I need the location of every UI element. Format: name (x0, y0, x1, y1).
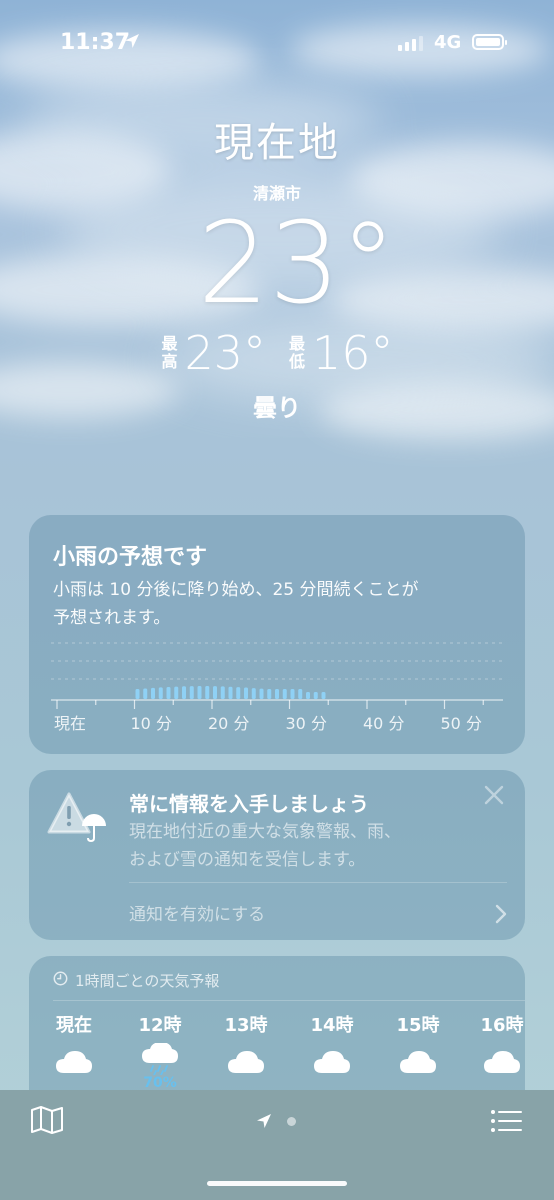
precipitation-bar (151, 687, 155, 699)
precipitation-bar (290, 689, 295, 699)
enable-notifications-button[interactable]: 通知を有効にする (129, 900, 265, 925)
precipitation-bar (251, 688, 256, 699)
chart-axis-label: 10 分 (131, 714, 172, 733)
page-indicator-dot[interactable] (287, 1117, 296, 1126)
close-icon[interactable] (483, 784, 505, 806)
precipitation-bar (313, 692, 318, 699)
low-label: 最低 (288, 334, 305, 371)
precipitation-bar (158, 687, 163, 699)
hour-label: 15時 (396, 1015, 440, 1036)
high-label: 最高 (161, 334, 178, 371)
chart-axis-label: 現在 (54, 714, 86, 733)
precipitation-bar (267, 689, 272, 699)
location-title: 現在地 (214, 120, 340, 166)
alert-title: 常に情報を入手しましょう (129, 792, 369, 816)
battery-icon (472, 34, 507, 50)
cloud-icon (470, 1043, 534, 1093)
weather-alert-icon (47, 792, 109, 848)
precipitation-bar (306, 692, 310, 699)
chart-axis-label: 50 分 (441, 714, 482, 733)
hour-label: 14時 (310, 1015, 354, 1036)
home-indicator (207, 1181, 347, 1186)
cloud-icon (214, 1043, 278, 1093)
precipitation-description-line: 小雨は 10 分後に降り始め、25 分間続くことが (53, 580, 419, 600)
cloud-icon (42, 1043, 106, 1093)
precipitation-title: 小雨の予想です (53, 545, 208, 570)
precipitation-description-line: 予想されます。 (53, 608, 171, 628)
weather-condition: 曇り (253, 394, 301, 422)
hour-item[interactable]: 13時 (214, 1011, 278, 1093)
notification-prompt-card[interactable]: 常に情報を入手しましょう 現在地付近の重大な気象警報、雨、 および雪の通知を受信… (29, 770, 525, 940)
location-arrow-icon (124, 33, 140, 53)
precipitation-bar (244, 687, 248, 699)
hour-label: 13時 (224, 1015, 268, 1036)
precipitation-bar (282, 689, 287, 699)
precipitation-bar (321, 692, 326, 699)
hour-label: 16時 (480, 1015, 524, 1036)
precipitation-bar (298, 689, 303, 699)
cloud-icon (386, 1043, 450, 1093)
alert-description: 現在地付近の重大な気象警報、雨、 および雪の通知を受信します。 (129, 818, 489, 874)
list-icon[interactable] (490, 1108, 522, 1138)
precipitation-chart: 現在 10 分 20 分 30 分 40 分 50 分 (51, 642, 503, 733)
hourly-forecast-header: 1時間ごとの天気予報 (53, 970, 219, 991)
precipitation-bar (197, 686, 202, 699)
current-weather: 現在地 清瀬市 23° 最高 23° 最低 16° 曇り (0, 110, 554, 423)
precipitation-bar (135, 689, 140, 699)
precipitation-bar (189, 686, 194, 699)
current-location-page-icon[interactable] (256, 1113, 272, 1133)
chevron-right-icon[interactable] (495, 904, 507, 928)
hour-item[interactable]: 15時 (386, 1011, 450, 1093)
alert-description-line: 現在地付近の重大な気象警報、雨、 (129, 822, 401, 842)
hourly-forecast-label: 1時間ごとの天気予報 (75, 972, 220, 990)
precipitation-bar (174, 686, 179, 699)
hour-item[interactable]: 現在 (42, 1011, 106, 1093)
signal-strength-icon (398, 36, 423, 51)
chart-axis-label: 20 分 (208, 714, 249, 733)
divider (53, 1000, 525, 1001)
status-time: 11:37 (60, 30, 131, 55)
cloud-icon (300, 1043, 364, 1093)
alert-description-line: および雪の通知を受信します。 (129, 850, 366, 870)
high-low: 最高 23° 最低 16° (0, 326, 554, 380)
hour-label: 12時 (138, 1015, 182, 1036)
cloud-rain-icon: 70% (128, 1042, 192, 1093)
network-type: 4G (434, 32, 462, 53)
current-temperature: 23° (197, 199, 397, 329)
map-icon[interactable] (30, 1105, 64, 1139)
low-temperature: 16° (312, 326, 394, 380)
precipitation-chance: 70% (143, 1075, 177, 1091)
status-bar: 11:37 4G (0, 0, 554, 80)
precipitation-bar (182, 686, 186, 699)
precipitation-bar (143, 688, 148, 699)
precipitation-bar (220, 686, 225, 699)
precipitation-card[interactable]: 小雨の予想です 小雨は 10 分後に降り始め、25 分間続くことが 予想されます… (29, 515, 525, 754)
hour-label: 現在 (56, 1015, 92, 1036)
precipitation-bar (213, 686, 217, 699)
chart-axis-label: 30 分 (286, 714, 327, 733)
precipitation-bar (228, 686, 233, 699)
precipitation-bar (275, 689, 279, 699)
hour-item[interactable]: 16時 (470, 1011, 534, 1093)
precipitation-bar (259, 688, 264, 699)
precipitation-description: 小雨は 10 分後に降り始め、25 分間続くことが 予想されます。 (53, 576, 501, 632)
hour-item[interactable]: 12時 70% (128, 1011, 192, 1093)
clock-icon (53, 971, 68, 990)
divider (129, 882, 507, 883)
precipitation-bar (166, 686, 171, 699)
high-temperature: 23° (184, 326, 266, 380)
precipitation-bar (205, 686, 210, 699)
precipitation-bar (236, 687, 241, 699)
hour-item[interactable]: 14時 (300, 1011, 364, 1093)
chart-axis-label: 40 分 (363, 714, 404, 733)
